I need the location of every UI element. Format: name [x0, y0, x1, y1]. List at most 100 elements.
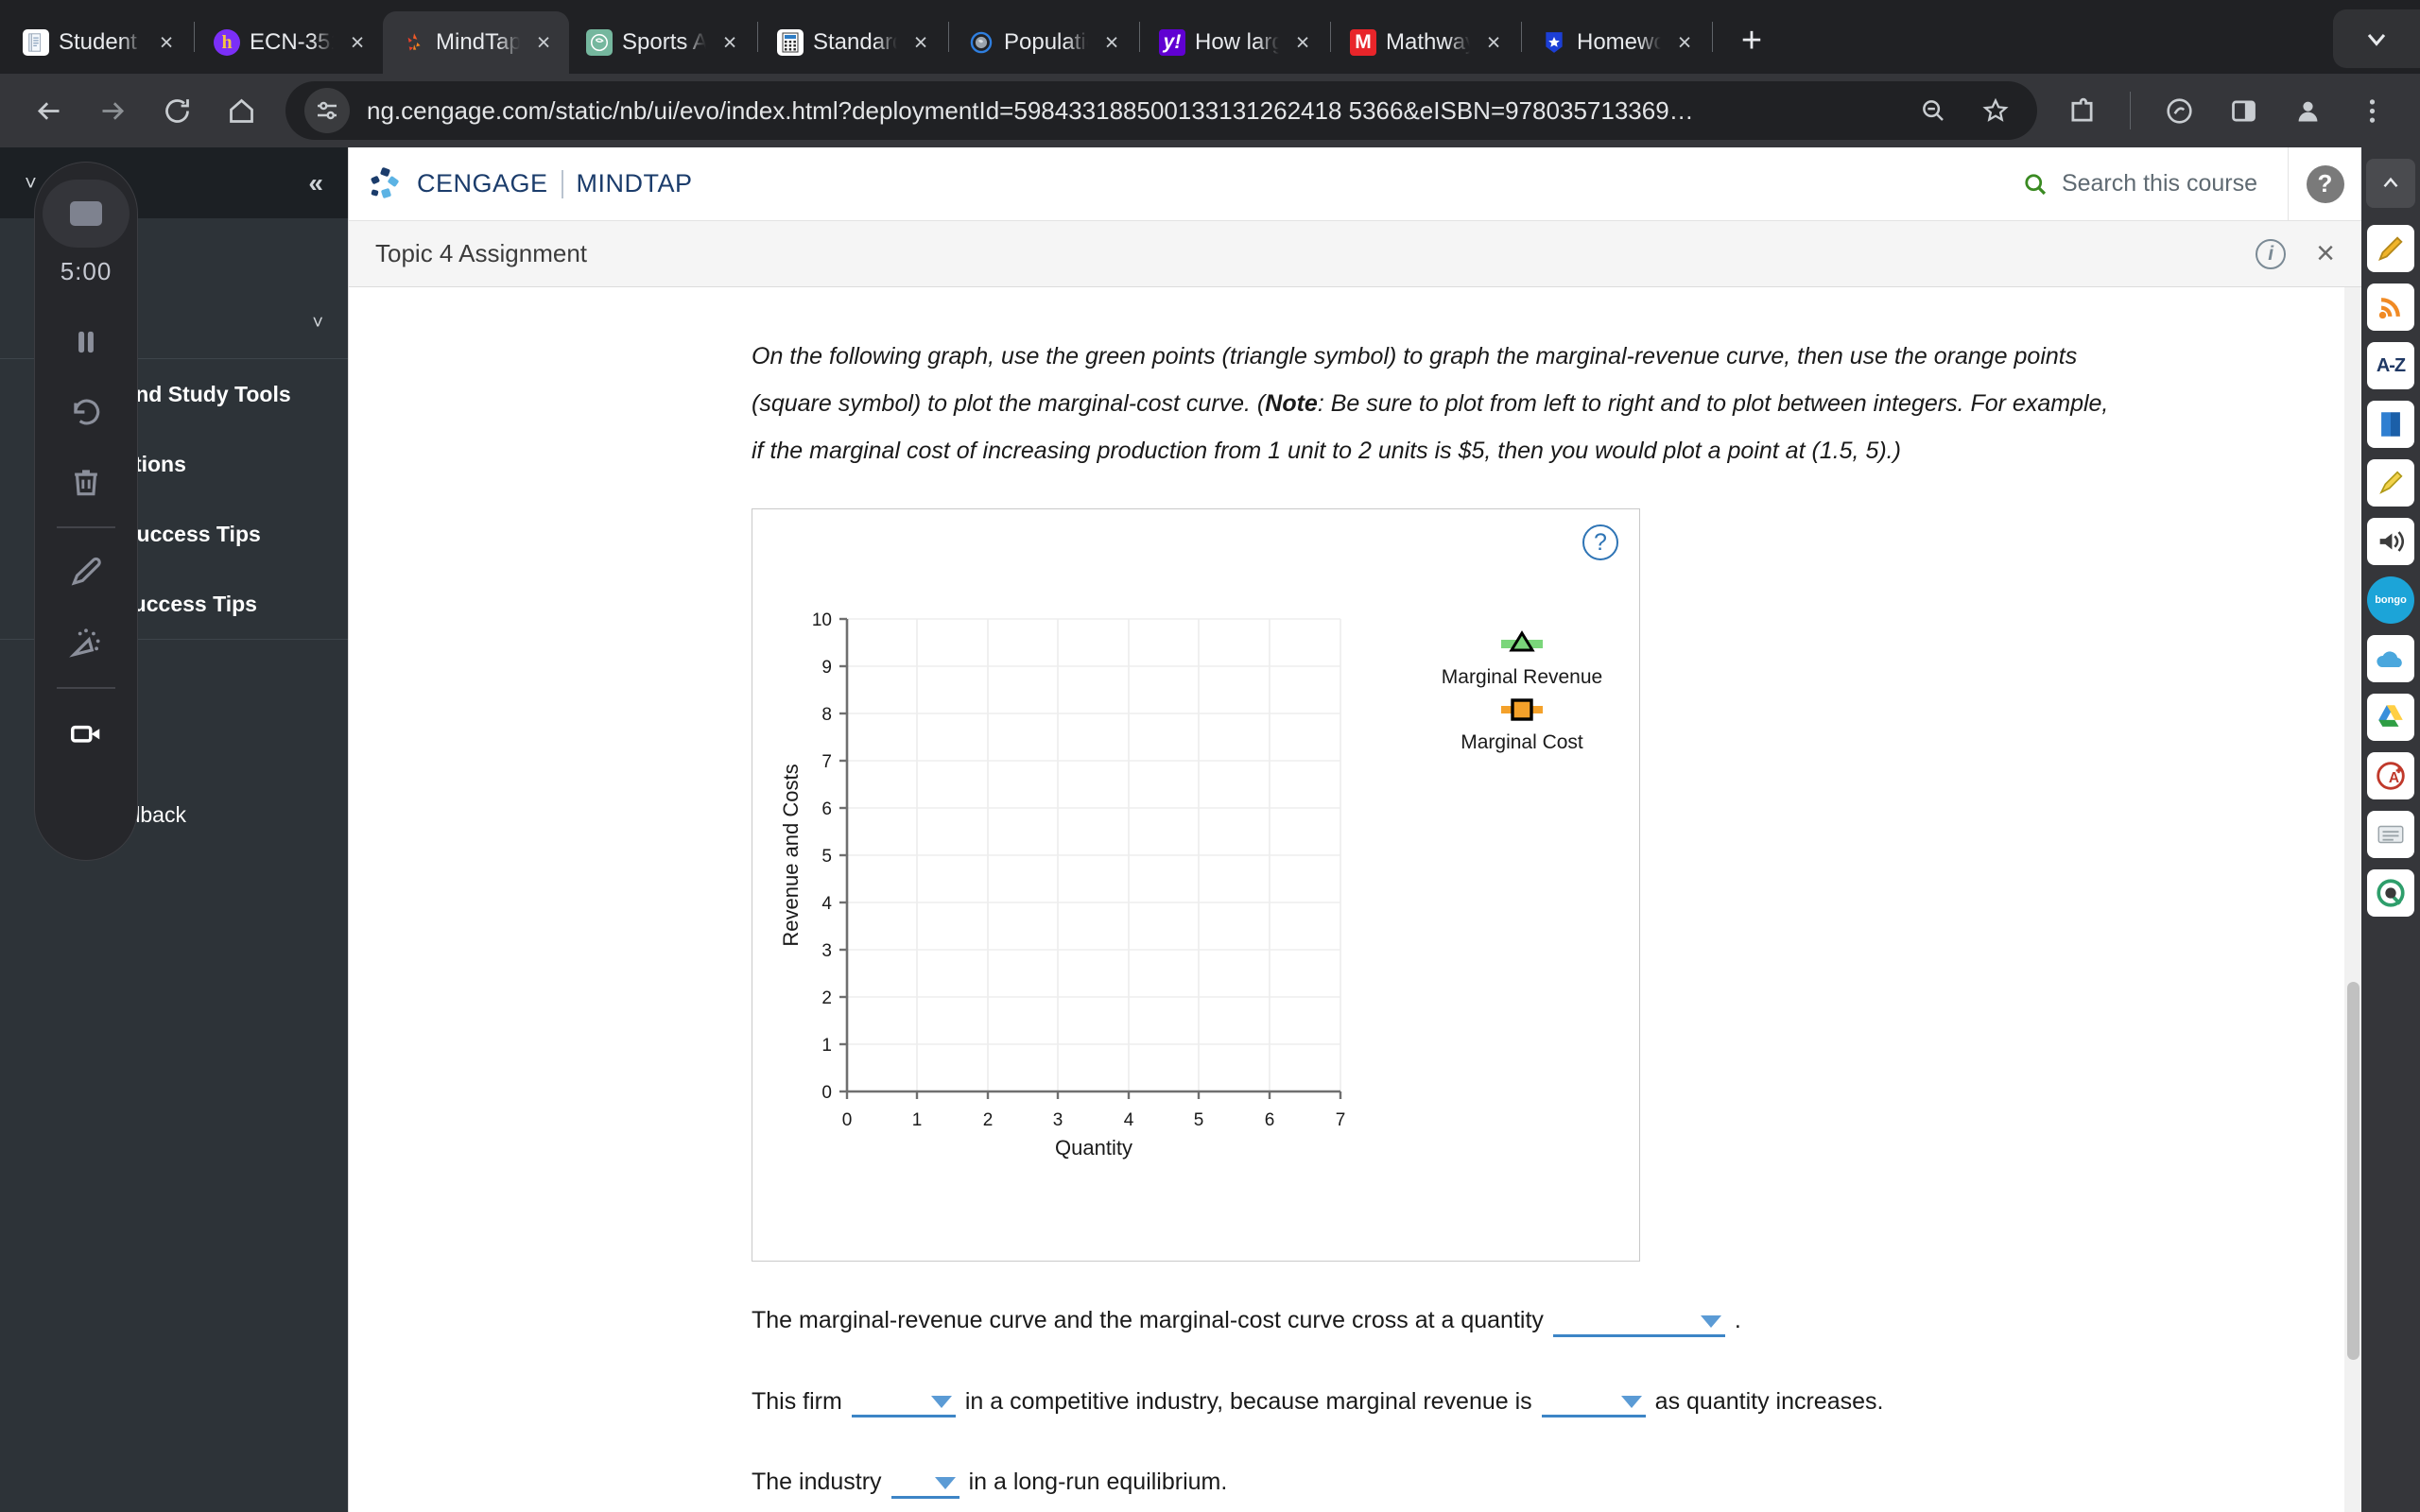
close-assignment-button[interactable]: × [2316, 235, 2335, 272]
tab-divider [1521, 22, 1522, 52]
pencil-markup-icon[interactable] [2367, 225, 2414, 272]
home-button[interactable] [212, 81, 270, 140]
tab-close-button[interactable]: × [343, 28, 372, 57]
forward-button[interactable] [83, 81, 142, 140]
extensions-icon [2071, 97, 2092, 121]
browser-tab-3[interactable]: Sports An × [569, 11, 755, 74]
stop-square-icon [70, 201, 102, 226]
chevron-down-icon [2367, 34, 2386, 46]
marginal-revenue-trend-dropdown[interactable] [1541, 1385, 1646, 1418]
restart-recording-button[interactable] [39, 377, 133, 447]
zoom-out-icon[interactable] [1910, 88, 1956, 133]
assignment-scrollbar[interactable] [2344, 287, 2361, 1512]
home-icon [229, 98, 253, 123]
dictionary-az-icon[interactable]: A-Z [2367, 342, 2414, 389]
effects-button[interactable] [39, 608, 133, 678]
highlighter-icon[interactable] [2367, 459, 2414, 507]
book-reader-icon[interactable] [2367, 401, 2414, 448]
rss-feed-icon[interactable] [2367, 284, 2414, 331]
browser-tab-1[interactable]: h ECN-3510 × [197, 11, 383, 74]
scrollbar-thumb[interactable] [2347, 982, 2360, 1360]
browser-tab-4[interactable]: Standard × [760, 11, 946, 74]
delete-recording-button[interactable] [39, 447, 133, 517]
chevron-down-icon[interactable]: ˅ [25, 171, 37, 196]
question-1-suffix: . [1734, 1307, 1741, 1333]
browser-tab-7[interactable]: M Mathway × [1333, 11, 1519, 74]
google-drive-icon[interactable] [2367, 694, 2414, 741]
extensions-button[interactable] [2052, 81, 2111, 140]
x-tick-7: 7 [1336, 1110, 1346, 1130]
mathway-icon: M [1350, 29, 1376, 56]
browser-tab-0[interactable]: Student S × [6, 11, 192, 74]
browser-menu-button[interactable] [2342, 81, 2401, 140]
browser-tab-5[interactable]: Population × [951, 11, 1137, 74]
legend-item-marginal-cost[interactable]: Marginal Cost [1461, 698, 1583, 753]
legend-item-marginal-revenue[interactable]: Marginal Revenue [1442, 630, 1602, 688]
magic-wand-icon [69, 628, 100, 658]
x-tick-4: 4 [1124, 1110, 1134, 1130]
y-tick-5: 5 [821, 847, 832, 867]
chart-legend[interactable]: Marginal Revenue Marginal Cost [1442, 630, 1602, 753]
side-panel-button[interactable] [2214, 81, 2273, 140]
graph-panel[interactable]: ? 10 9 8 7 6 5 4 3 2 1 0 0 1 2 3 4 5 6 7… [752, 508, 1640, 1262]
browser-tab-2[interactable]: MindTap - × [383, 11, 569, 74]
star-icon[interactable] [1973, 88, 2018, 133]
legend-label-marginal-revenue: Marginal Revenue [1442, 666, 1602, 688]
browser-toolbar: ng.cengage.com/static/nb/ui/evo/index.ht… [0, 74, 2420, 147]
tab-close-button[interactable]: × [152, 28, 181, 57]
new-tab-button[interactable]: + [1728, 19, 1775, 66]
question-row-2: This firm in a competitive industry, bec… [752, 1384, 2305, 1420]
quantity-dropdown[interactable] [1552, 1305, 1725, 1337]
browser-window: Student S × h ECN-3510 × MindTap - [0, 0, 2420, 1512]
globe-icon [968, 29, 994, 56]
back-button[interactable] [19, 81, 78, 140]
course-search[interactable]: Search this course [2022, 170, 2288, 198]
question-2-suffix: as quantity increases. [1654, 1387, 1884, 1415]
tab-close-button[interactable]: × [1098, 28, 1126, 57]
browser-tab-8[interactable]: Homework × [1524, 11, 1710, 74]
question-row-1: The marginal-revenue curve and the margi… [752, 1303, 2305, 1339]
graph-help-button[interactable]: ? [1582, 524, 1618, 560]
notebook-icon[interactable] [2367, 811, 2414, 858]
read-aloud-icon[interactable] [2367, 518, 2414, 565]
chevron-down-icon: ˅ [312, 312, 323, 334]
tab-close-button[interactable]: × [1288, 28, 1317, 57]
tab-title: Standard [813, 29, 897, 55]
pause-recording-button[interactable] [39, 307, 133, 377]
collapse-sidebar-button[interactable]: « [308, 168, 323, 198]
quizlet-icon[interactable] [2367, 869, 2414, 917]
tab-close-button[interactable]: × [1670, 28, 1699, 57]
pen-annotation-button[interactable] [39, 538, 133, 608]
tab-close-button[interactable]: × [716, 28, 744, 57]
question-1-text: The marginal-revenue curve and the margi… [752, 1307, 1544, 1333]
y-axis-tick-labels: 10 9 8 7 6 5 4 3 2 1 0 [812, 610, 833, 1103]
side-panel-icon [2231, 100, 2256, 121]
camera-toggle-button[interactable] [39, 698, 133, 768]
tab-close-button[interactable]: × [1479, 28, 1508, 57]
question-row-3: The industry in a long-run equilibrium. [752, 1465, 2305, 1501]
marginal-revenue-cost-plot[interactable]: 10 9 8 7 6 5 4 3 2 1 0 0 1 2 3 4 5 6 7 Q… [752, 562, 1639, 1252]
stop-recording-button[interactable] [43, 180, 130, 248]
tune-icon[interactable] [304, 88, 350, 133]
help-button[interactable]: ? [2306, 164, 2344, 203]
tab-search-button[interactable] [2333, 9, 2420, 68]
trash-icon [75, 470, 97, 496]
honorlock-icon: h [214, 29, 240, 56]
onedrive-cloud-icon[interactable] [2367, 635, 2414, 682]
bongo-icon[interactable]: bongo [2367, 576, 2414, 624]
reload-button[interactable] [147, 81, 206, 140]
long-run-equilibrium-dropdown[interactable] [890, 1467, 959, 1499]
address-bar[interactable]: ng.cengage.com/static/nb/ui/evo/index.ht… [285, 81, 2037, 140]
tab-close-button[interactable]: × [529, 28, 558, 57]
profile-button[interactable] [2278, 81, 2337, 140]
info-button[interactable]: i [2256, 238, 2287, 269]
course-search-label: Search this course [2061, 170, 2257, 197]
assignment-scroll-area: On the following graph, use the green po… [349, 287, 2361, 1512]
competitive-industry-dropdown[interactable] [851, 1385, 956, 1418]
share-button[interactable] [2150, 81, 2208, 140]
rail-collapse-button[interactable] [2366, 159, 2415, 208]
question-2-middle: in a competitive industry, because margi… [964, 1387, 1532, 1415]
tab-close-button[interactable]: × [907, 28, 935, 57]
grammar-check-icon[interactable]: A [2367, 752, 2414, 799]
browser-tab-6[interactable]: y! How large × [1142, 11, 1328, 74]
